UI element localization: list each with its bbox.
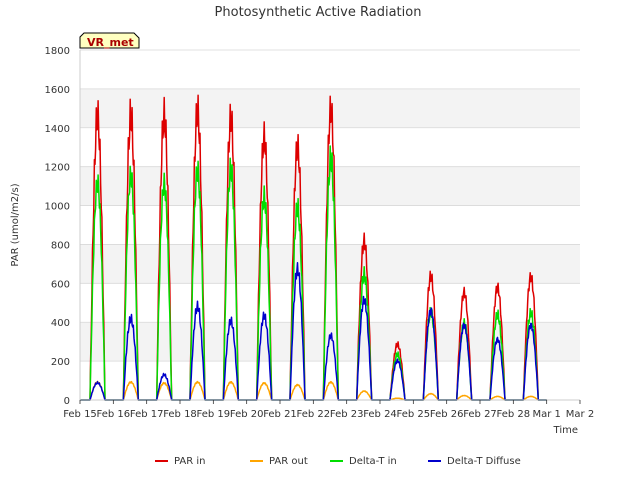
annotation-label: VR_met [87, 36, 134, 49]
x-tick-label: Feb 23 [330, 409, 364, 420]
x-tick-label: Feb 22 [297, 409, 331, 420]
x-tick-label: Feb 27 [463, 409, 497, 420]
legend: PAR in PAR out Delta-T in Delta-T Diffuse [155, 456, 521, 467]
y-tick-label: 0 [64, 396, 70, 407]
y-tick-label: 1200 [45, 163, 70, 174]
y-tick-label: 600 [51, 279, 70, 290]
x-tick-label: Feb 20 [230, 409, 264, 420]
x-tick-label: Feb 17 [130, 409, 164, 420]
x-tick-label: Feb 18 [163, 409, 197, 420]
x-tick-label: Feb 26 [430, 409, 464, 420]
x-tick-label: Feb 24 [363, 409, 397, 420]
x-tick-label: Mar 1 [532, 409, 560, 420]
chart-container: 0 200 400 600 800 1000 1200 1400 1600 1800 Feb 15 F… [0, 0, 640, 480]
background-band [80, 322, 580, 362]
legend-label: PAR in [174, 456, 205, 467]
y-tick-label: 1800 [45, 46, 70, 57]
legend-label: Delta-T Diffuse [447, 456, 521, 467]
x-tick-label: Feb 25 [397, 409, 431, 420]
legend-label: PAR out [269, 456, 308, 467]
x-tick-label: Feb 15 [63, 409, 97, 420]
x-axis-label: Time [553, 425, 578, 436]
par-chart: 020040060080010001200140016001800Feb 15 F… [10, 5, 594, 467]
legend-label: Delta-T in [349, 456, 397, 467]
y-tick-label: 800 [51, 240, 70, 251]
y-tick-label: 400 [51, 318, 70, 329]
x-tick-label: Feb 16 [97, 409, 131, 420]
x-tick-label: Feb 21 [263, 409, 297, 420]
y-tick-label: 1600 [45, 85, 70, 96]
x-tick-label: Feb 19 [197, 409, 231, 420]
x-tick-label: Feb 28 [497, 409, 531, 420]
background-band [80, 244, 580, 284]
y-tick-label: 1000 [45, 202, 70, 213]
y-tick-label: 1400 [45, 124, 70, 135]
chart-title: Photosynthetic Active Radiation [215, 5, 422, 20]
vr-met-annotation: VR_met [79, 32, 140, 49]
y-tick-label: 200 [51, 357, 70, 368]
y-axis-label: PAR (umol/m2/s) [10, 183, 21, 266]
x-tick-label: Mar 2 [566, 409, 594, 420]
